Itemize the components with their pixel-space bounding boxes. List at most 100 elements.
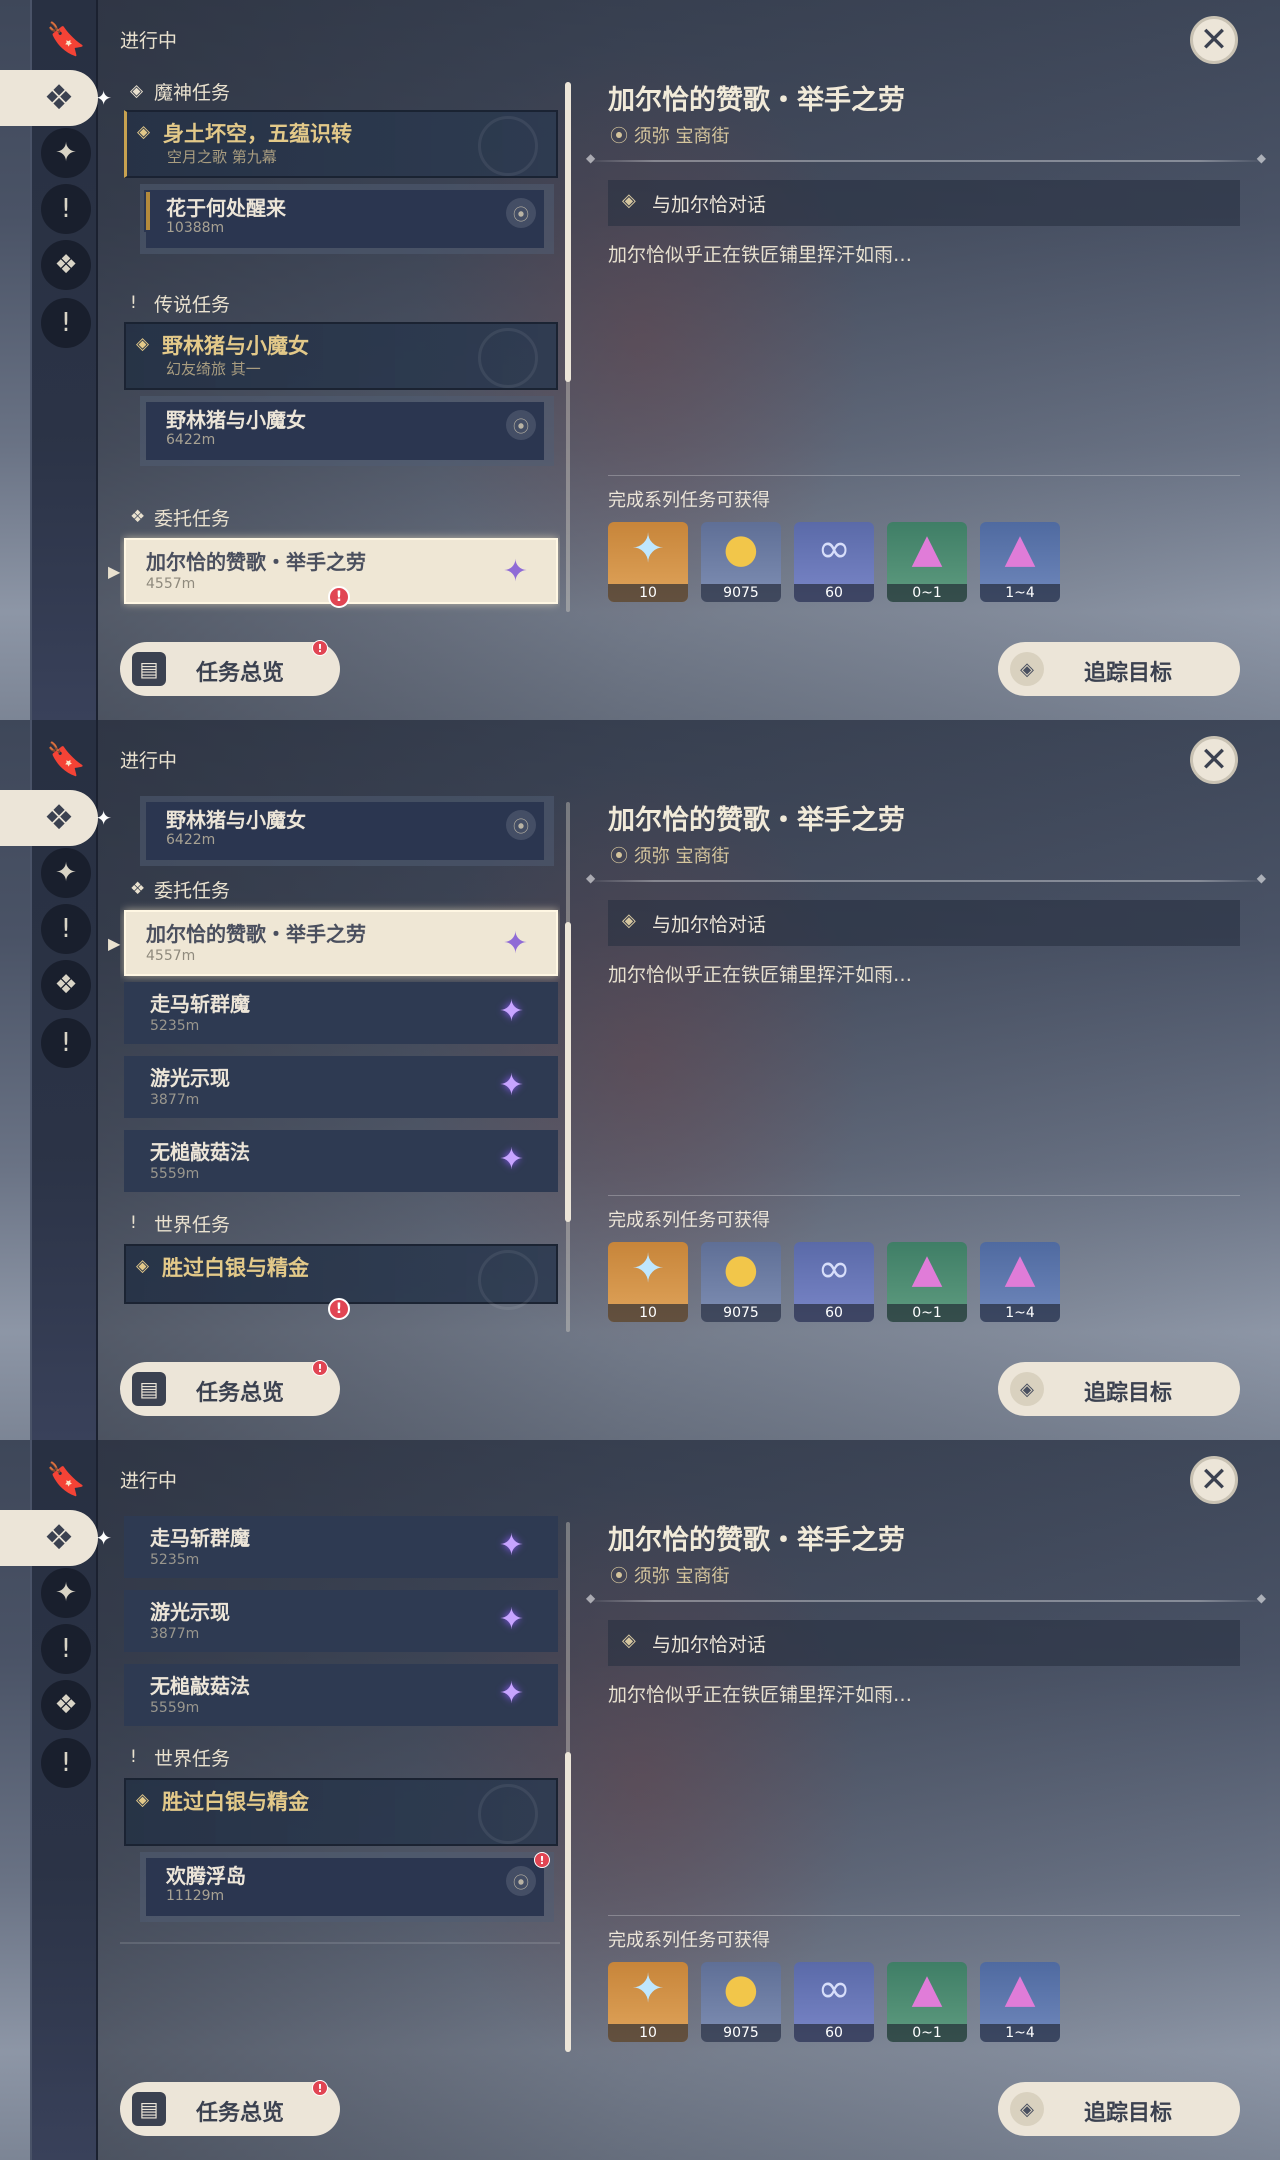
category-label: 委托任务 (154, 507, 231, 530)
reward-crystal-cluster[interactable]: ▲ 1~4 (980, 522, 1060, 602)
quest-overview-button[interactable]: ▤ 任务总览 ! (120, 2080, 340, 2136)
quest-commission[interactable]: 无槌敲菇法 5559m ✦ (124, 1130, 558, 1192)
quest-world-main[interactable]: ◈ 胜过白银与精金 (124, 1244, 558, 1310)
category-archon: ◈ 魔神任务 (130, 76, 230, 106)
quest-archon-main[interactable]: ◈ 身土坏空，五蕴识转 空月之歌 第九幕 (124, 110, 558, 178)
track-button[interactable]: ◈ 追踪目标 (998, 642, 1240, 696)
quest-title: 胜过白银与精金 (162, 1790, 309, 1814)
reward-count: 9075 (701, 584, 781, 602)
reward-crystal-cluster[interactable]: ▲ 1~4 (980, 1242, 1060, 1322)
step-text: 与加尔恰对话 (652, 194, 767, 216)
nav-item-all-quests-active[interactable]: ❖ ✦ (0, 1510, 112, 1566)
commission-icon[interactable]: ❖ (41, 960, 91, 1010)
bookmark-icon[interactable]: 🔖 (41, 14, 91, 64)
list-scrollbar[interactable] (565, 1522, 571, 2052)
quest-title: 野林猪与小魔女 (166, 408, 306, 432)
detail-location: ⦿ 须弥 宝商街 (610, 1562, 729, 1588)
bookmark-icon[interactable]: 🔖 (41, 734, 91, 784)
reward-primogem[interactable]: ✦ 10 (608, 1962, 688, 2042)
quest-panel-1: 🔖 ✦ ! ❖ ! ❖ ✦ 进行中 ✕ ◈ 魔神任务 ◈ 身土坏空，五蕴识转 空月… (0, 0, 1280, 720)
step-diamond-icon: ◈ (622, 1630, 636, 1651)
location-pin-icon[interactable]: ⦿ (506, 1866, 536, 1896)
reward-adventure-exp[interactable]: ∞ 60 (794, 1962, 874, 2042)
world-quest-icon[interactable]: ! (41, 1738, 91, 1788)
quest-world-main[interactable]: ◈ 胜过白银与精金 (124, 1778, 558, 1846)
quest-legend-sub[interactable]: 野林猪与小魔女 6422m ⦿ (140, 796, 554, 866)
story-quest-icon[interactable]: ✦ (41, 128, 91, 178)
commission-icon[interactable]: ❖ (41, 240, 91, 290)
location-pin-icon[interactable]: ⦿ (506, 810, 536, 840)
button-label: 追踪目标 (1084, 1381, 1173, 1406)
quest-commission[interactable]: 走马斩群魔 5235m ✦ (124, 982, 558, 1044)
quest-distance: 5235m (150, 1552, 200, 1568)
close-button[interactable]: ✕ (1190, 16, 1238, 64)
reward-crystal-chunk[interactable]: ▲ 0~1 (887, 1962, 967, 2042)
reward-crystal-chunk[interactable]: ▲ 0~1 (887, 522, 967, 602)
reward-primogem[interactable]: ✦ 10 (608, 522, 688, 602)
close-button[interactable]: ✕ (1190, 1456, 1238, 1504)
alert-badge: ! (534, 1852, 550, 1868)
detail-title: 加尔恰的赞歌・举手之劳 (608, 85, 905, 116)
quest-commission[interactable]: 游光示现 3877m ✦ (124, 1056, 558, 1118)
quest-legend-sub[interactable]: 野林猪与小魔女 6422m ⦿ (140, 396, 554, 466)
reward-mora[interactable]: ● 9075 (701, 522, 781, 602)
commission-icon[interactable]: ❖ (41, 1680, 91, 1730)
close-button[interactable]: ✕ (1190, 736, 1238, 784)
reward-count: 10 (608, 2024, 688, 2042)
quest-commission-selected[interactable]: 加尔恰的赞歌・举手之劳 4557m ✦ (124, 910, 558, 976)
track-button[interactable]: ◈ 追踪目标 (998, 1362, 1240, 1416)
quest-overview-button[interactable]: ▤ 任务总览 ! (120, 1360, 340, 1416)
commission-gem-icon: ✦ (498, 994, 524, 1029)
commission-gem-icon: ✦ (498, 1142, 524, 1177)
button-label: 任务总览 (196, 1381, 285, 1406)
reward-mora[interactable]: ● 9075 (701, 1962, 781, 2042)
commission-gem-icon: ✦ (498, 1676, 524, 1711)
location-pin-icon[interactable]: ⦿ (506, 198, 536, 228)
quest-commission[interactable]: 无槌敲菇法 5559m ✦ (124, 1664, 558, 1726)
quest-title: 花于何处醒来 (166, 196, 286, 220)
overview-icon: ▤ (132, 652, 166, 686)
rewards-label: 完成系列任务可获得 (608, 1930, 770, 1951)
world-quest-icon[interactable]: ! (41, 1018, 91, 1068)
button-label: 任务总览 (196, 2101, 285, 2126)
location-pin-icon[interactable]: ⦿ (506, 410, 536, 440)
track-button[interactable]: ◈ 追踪目标 (998, 2082, 1240, 2136)
all-quests-icon: ❖ (43, 78, 75, 118)
nav-item-all-quests-active[interactable]: ❖ ✦ (0, 70, 112, 126)
bookmark-icon[interactable]: 🔖 (41, 1454, 91, 1504)
crystal-chunk-icon: ▲ (911, 1966, 943, 2012)
quest-archon-sub[interactable]: 花于何处醒来 10388m ⦿ (140, 184, 554, 254)
quest-world-sub[interactable]: 欢腾浮岛 11129m ⦿ ! (140, 1852, 554, 1922)
list-divider (120, 1942, 560, 1944)
list-scrollbar[interactable] (565, 802, 571, 1332)
archon-quest-icon: ◈ (130, 81, 144, 101)
legend-quest-icon[interactable]: ! (41, 1624, 91, 1674)
reward-adventure-exp[interactable]: ∞ 60 (794, 522, 874, 602)
reward-adventure-exp[interactable]: ∞ 60 (794, 1242, 874, 1322)
reward-crystal-chunk[interactable]: ▲ 0~1 (887, 1242, 967, 1322)
quest-title: 胜过白银与精金 (162, 1256, 309, 1280)
reward-count: 60 (794, 1304, 874, 1322)
quest-commission[interactable]: 游光示现 3877m ✦ (124, 1590, 558, 1652)
detail-description: 加尔恰似乎正在铁匠铺里挥汗如雨… (608, 244, 913, 266)
reward-count: 60 (794, 584, 874, 602)
quest-legend-main[interactable]: ◈ 野林猪与小魔女 幻友绮旅 其一 (124, 322, 558, 390)
location-pin-icon: ⦿ (610, 846, 634, 867)
quest-title: 野林猪与小魔女 (162, 334, 309, 358)
world-quest-icon[interactable]: ! (41, 298, 91, 348)
legend-quest-icon[interactable]: ! (41, 184, 91, 234)
quest-commission[interactable]: 走马斩群魔 5235m ✦ (124, 1516, 558, 1578)
crystal-cluster-icon: ▲ (1004, 1966, 1036, 2012)
nav-item-all-quests-active[interactable]: ❖ ✦ (0, 790, 112, 846)
story-quest-icon[interactable]: ✦ (41, 1568, 91, 1618)
legend-quest-icon[interactable]: ! (41, 904, 91, 954)
list-scrollbar[interactable] (565, 82, 571, 612)
primogem-icon: ✦ (631, 1246, 665, 1292)
reward-count: 0~1 (887, 2024, 967, 2042)
reward-crystal-cluster[interactable]: ▲ 1~4 (980, 1962, 1060, 2042)
reward-primogem[interactable]: ✦ 10 (608, 1242, 688, 1322)
reward-mora[interactable]: ● 9075 (701, 1242, 781, 1322)
archon-emblem-icon (478, 116, 538, 176)
story-quest-icon[interactable]: ✦ (41, 848, 91, 898)
quest-overview-button[interactable]: ▤ 任务总览 ! (120, 640, 340, 696)
